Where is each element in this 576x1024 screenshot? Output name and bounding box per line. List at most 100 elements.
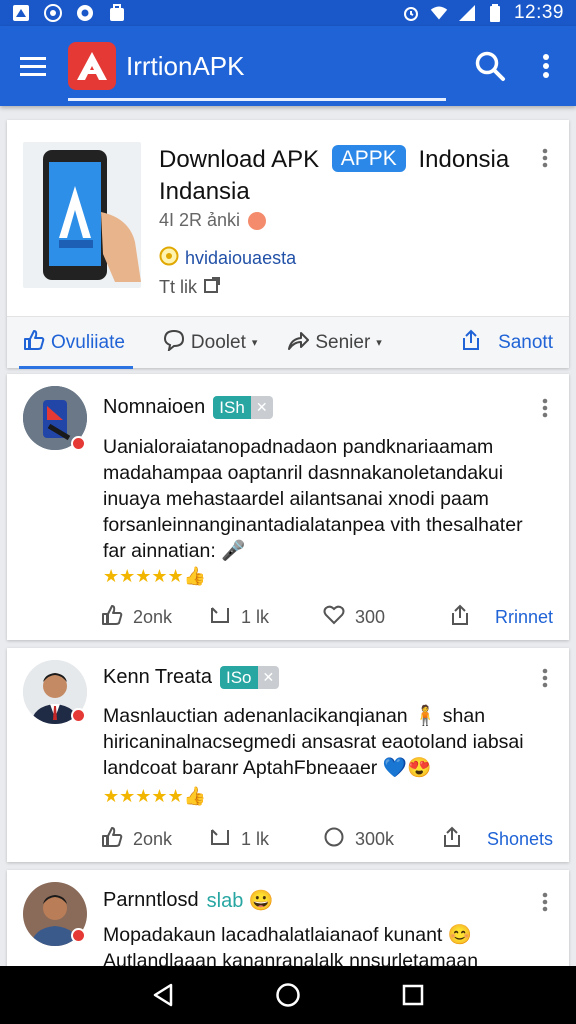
author-tag: ISh ✕ — [213, 396, 273, 419]
rating-stars: ★★★★★👍 — [103, 566, 207, 586]
app-link-text: Tt lik — [159, 277, 197, 297]
post-card[interactable]: Nomnaioen ISh ✕ Uanialoraiatanopadnadaon… — [7, 374, 569, 640]
app-meta: 4I 2R ảnki — [159, 210, 267, 231]
action-label: Ovuliiate — [51, 331, 125, 353]
rating-badge-icon — [248, 211, 267, 230]
share-box-icon — [441, 826, 463, 853]
like-count: 2onk — [133, 828, 173, 849]
external-link-icon — [203, 276, 221, 299]
tag-label: ISh — [213, 396, 251, 419]
rating-stars: ★★★★★👍 — [103, 786, 207, 806]
reply-icon — [209, 826, 231, 853]
action-label: Doolet — [190, 331, 246, 353]
post-body: Uanialoraiatanopadnadaon pandknariaamam … — [103, 434, 543, 564]
app-title: IrrtionAPK — [126, 50, 245, 81]
close-icon[interactable]: ✕ — [257, 666, 280, 689]
app-title-prefix: Download APK — [159, 146, 320, 173]
comment-button[interactable]: 300 — [323, 604, 427, 631]
more-vert-icon[interactable] — [535, 666, 555, 690]
online-badge — [71, 928, 86, 943]
app-title-text: Download APK APPK Indonsia Indansia — [159, 144, 519, 208]
app-logo-icon — [68, 42, 116, 90]
more-vert-icon[interactable] — [535, 890, 555, 914]
share-arrow-icon — [287, 329, 310, 357]
author-tag: slab 😀 — [206, 890, 274, 912]
online-badge — [71, 436, 86, 451]
action-senier[interactable]: Senier ▾ — [287, 317, 382, 369]
action-sanott[interactable]: Sanott — [460, 317, 553, 369]
home-icon[interactable] — [273, 980, 303, 1010]
share-button[interactable]: Rrinnet — [449, 604, 553, 631]
chevron-down-icon: ▾ — [376, 337, 382, 349]
more-vert-icon[interactable] — [535, 396, 555, 420]
more-vert-icon[interactable] — [534, 46, 558, 86]
share-button[interactable]: Shonets — [441, 826, 553, 853]
like-count: 2onk — [133, 606, 173, 627]
comment-button[interactable]: 300k — [323, 826, 427, 853]
verified-icon — [159, 246, 179, 271]
action-doolet[interactable]: Doolet ▾ — [163, 317, 257, 369]
more-vert-icon[interactable] — [535, 146, 555, 170]
app-downloads: 4I 2R ảnki — [159, 210, 241, 230]
thumbs-up-icon — [23, 329, 45, 357]
author-tag: ISo ✕ — [219, 666, 280, 689]
app-thumbnail[interactable] — [23, 142, 141, 288]
post-actions: 2onk 1 lk 300k Shonets — [101, 824, 553, 854]
author-name: Nomnaioen — [103, 396, 206, 418]
app-developer[interactable]: hvidaiouaesta — [159, 246, 296, 271]
thumbs-up-icon — [101, 826, 123, 853]
app-card[interactable]: Download APK APPK Indonsia Indansia 4I 2… — [7, 120, 569, 369]
heart-icon — [323, 604, 345, 631]
search-underline — [68, 98, 446, 101]
whatsapp-icon — [44, 4, 62, 22]
app-link[interactable]: Tt lik — [159, 276, 221, 299]
status-time: 12:39 — [513, 2, 564, 23]
app-action-bar: Ovuliiate Doolet ▾ Senier ▾ Sanott — [7, 316, 569, 369]
post-line: forsanleinnanginantadialatanpea vith the… — [103, 514, 523, 536]
like-button[interactable]: 2onk — [101, 826, 209, 853]
post-card[interactable]: Parnntlosd slab 😀 Mopadakaun lacadhalatl… — [7, 870, 569, 972]
share-box-icon — [449, 604, 471, 631]
share-box-icon — [460, 329, 482, 357]
share-label: Shonets — [486, 828, 553, 849]
post-line: Masnlauctian adenanlacikanqianan 🧍 shan — [103, 705, 486, 727]
author-name: Parnntlosd — [103, 889, 199, 911]
post-line: hiricaninalnacsegmedi ansasrat eaotoland… — [103, 731, 524, 753]
reply-count: 1 lk — [241, 828, 270, 849]
chevron-down-icon: ▾ — [251, 337, 258, 349]
reply-button[interactable]: 1 lk — [209, 826, 323, 853]
signal-icon — [458, 4, 476, 22]
comment-count: 300k — [355, 828, 395, 849]
app-developer-name: hvidaiouaesta — [185, 248, 297, 268]
post-card[interactable]: Kenn Treata ISo ✕ Masnlauctian adenanlac… — [7, 648, 569, 862]
post-line: inuaya mehastaardel ailantsanai xnodi pa… — [103, 488, 489, 510]
status-bar: 12:39 — [0, 0, 576, 26]
battery-icon — [486, 4, 504, 22]
post-author: Nomnaioen ISh ✕ — [103, 396, 273, 419]
post-line: landcoat baranr AptahFbneaaer 💙😍 — [103, 757, 432, 779]
menu-icon[interactable] — [16, 49, 50, 83]
close-icon[interactable]: ✕ — [250, 396, 273, 419]
post-author: Kenn Treata ISo ✕ — [103, 666, 280, 689]
comment-count: 300 — [355, 606, 386, 627]
recents-icon[interactable] — [398, 980, 428, 1010]
comment-icon — [163, 329, 185, 357]
back-icon[interactable] — [148, 980, 178, 1010]
search-icon[interactable] — [470, 46, 510, 86]
like-button[interactable]: 2onk — [101, 604, 209, 631]
action-label: Senier — [315, 331, 371, 353]
apk-badge: APPK — [331, 145, 406, 172]
action-ovuliiate[interactable]: Ovuliiate — [19, 317, 133, 369]
notification-icon — [12, 4, 30, 22]
author-name: Kenn Treata — [103, 666, 212, 688]
app-search-field[interactable]: IrrtionAPK — [68, 29, 446, 103]
tag-label: ISo — [219, 666, 258, 689]
comment-icon — [323, 826, 345, 853]
wifi-icon — [430, 4, 448, 22]
system-nav-bar — [0, 966, 576, 1024]
reply-icon — [209, 604, 231, 631]
reply-count: 1 lk — [241, 606, 270, 627]
post-line: Mopadakaun lacadhalatlaianaof kunant 😊 — [103, 924, 473, 946]
reply-button[interactable]: 1 lk — [209, 604, 323, 631]
post-author: Parnntlosd slab 😀 — [103, 888, 274, 913]
